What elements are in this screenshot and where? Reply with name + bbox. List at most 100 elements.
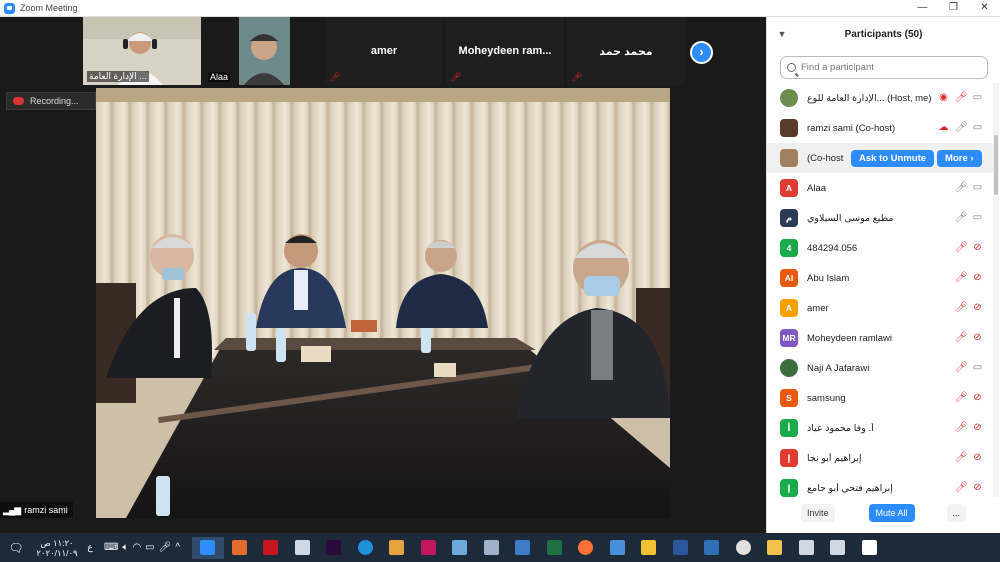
mic-muted-icon[interactable]: 🎤︎ <box>955 393 968 403</box>
acrobat-icon[interactable] <box>255 537 287 559</box>
show-hidden-icons-icon[interactable]: ^ <box>175 542 180 553</box>
settings-icon[interactable] <box>287 537 319 559</box>
collapse-chevron-icon[interactable]: ▼ <box>767 29 797 39</box>
mic-muted-icon[interactable]: 🎤︎ <box>955 453 968 463</box>
participant-row[interactable]: S samsung 🎤︎ ⊘ <box>767 383 993 413</box>
scrollbar-thumb[interactable] <box>994 135 998 195</box>
mic-muted-icon[interactable]: 🎤︎ <box>955 423 968 433</box>
mic-muted-icon[interactable]: 🎤︎ <box>955 333 968 343</box>
windows-taskbar: 🗨︎ ١١:٢٠ ص ٢٠٢٠/١١/٠٩ ع ⌨ 🔈︎ ◠ ▭ 🎤︎ ^ <box>0 533 1000 562</box>
remote-desktop-icon[interactable] <box>507 537 539 559</box>
restore-button[interactable]: ❐ <box>938 0 969 17</box>
notepad-icon[interactable] <box>633 537 665 559</box>
speaker-name: ramzi sami <box>24 505 68 515</box>
mic-muted-icon[interactable]: 🎤︎ <box>955 363 968 373</box>
input-language[interactable]: ع <box>82 542 98 553</box>
video-icon[interactable]: ▭ <box>972 213 983 223</box>
participant-row[interactable]: أ أ. وفا محمود عياد 🎤︎ ⊘ <box>767 413 993 443</box>
search-icon[interactable] <box>822 537 854 559</box>
video-off-icon[interactable]: ⊘ <box>972 333 983 343</box>
video-icon[interactable]: ▭ <box>972 183 983 193</box>
participant-list-scrollbar[interactable] <box>993 83 999 497</box>
video-off-icon[interactable]: ⊘ <box>972 273 983 283</box>
mic-muted-icon[interactable]: 🎤︎ <box>955 273 968 283</box>
microphone-icon[interactable]: 🎤︎ <box>159 542 172 553</box>
participant-row[interactable]: Naji A Jafarawi 🎤︎ ▭ <box>767 353 993 383</box>
excel-icon[interactable] <box>539 537 571 559</box>
file-explorer-icon[interactable] <box>759 537 791 559</box>
video-off-icon[interactable]: ⊘ <box>972 303 983 313</box>
mute-all-button[interactable]: Mute All <box>868 504 915 522</box>
recording-indicator[interactable]: Recording... <box>6 92 96 110</box>
participant-row[interactable]: A Alaa 🎤︎ ▭ <box>767 173 993 203</box>
gallery-tile-host[interactable]: الإدارة العامة ... <box>83 17 201 85</box>
calculator-icon[interactable] <box>476 537 508 559</box>
participant-row[interactable]: AI Abu Islam 🎤︎ ⊘ <box>767 263 993 293</box>
video-icon[interactable]: ▭ <box>972 363 983 373</box>
participant-row[interactable]: 4 484294.056 🎤︎ ⊘ <box>767 233 993 263</box>
participant-row[interactable]: A amer 🎤︎ ⊘ <box>767 293 993 323</box>
mic-muted-icon[interactable]: 🎤︎ <box>955 93 968 103</box>
avatar: S <box>780 389 798 407</box>
video-icon[interactable]: ▭ <box>972 93 983 103</box>
gallery-tile-mohammad[interactable]: محمد حمد 🎤︎ <box>567 17 685 85</box>
mic-muted-icon[interactable]: 🎤︎ <box>955 243 968 253</box>
task-view-icon[interactable] <box>791 537 823 559</box>
chrome-icon[interactable] <box>728 537 760 559</box>
participant-row-hovered[interactable]: (Co-host Ask to Unmute More › <box>767 143 993 173</box>
participant-status-icons: 🎤︎ ⊘ <box>955 303 983 313</box>
battery-icon[interactable]: ▭ <box>145 542 154 553</box>
invite-button[interactable]: Invite <box>801 504 835 522</box>
start-icon[interactable] <box>854 537 886 559</box>
close-button[interactable]: ✕ <box>969 0 1000 17</box>
media-player-icon[interactable] <box>381 537 413 559</box>
panel-more-button[interactable]: ... <box>946 504 967 522</box>
gallery-tile-alaa[interactable]: Alaa <box>204 17 322 85</box>
panel-footer: Invite Mute All ... <box>767 503 1000 523</box>
video-off-icon[interactable]: ⊘ <box>972 483 983 493</box>
word-icon[interactable] <box>665 537 697 559</box>
video-off-icon[interactable]: ⊘ <box>972 243 983 253</box>
zoom-logo-icon <box>4 2 15 14</box>
ask-to-unmute-button[interactable]: Ask to Unmute <box>851 149 935 167</box>
mic-icon[interactable]: 🎤︎ <box>955 213 968 223</box>
premiere-icon[interactable] <box>318 537 350 559</box>
store-icon[interactable] <box>696 537 728 559</box>
notes-icon[interactable] <box>444 537 476 559</box>
participant-status-icons: 🎤︎ ▭ <box>955 363 983 373</box>
wifi-icon[interactable]: ◠ <box>132 542 141 553</box>
participant-row[interactable]: MR Moheydeen ramlawi 🎤︎ ⊘ <box>767 323 993 353</box>
mic-muted-icon[interactable]: 🎤︎ <box>955 303 968 313</box>
video-off-icon[interactable]: ⊘ <box>972 423 983 433</box>
qr-app-icon[interactable] <box>413 537 445 559</box>
participant-name: Moheydeen ramlawi <box>807 332 893 344</box>
volume-icon[interactable]: 🔈︎ <box>122 542 128 553</box>
zoom-icon[interactable] <box>192 536 224 559</box>
mic-muted-icon[interactable]: 🎤︎ <box>955 483 968 493</box>
participant-row[interactable]: إ إبراهيم أبو نجا 🎤︎ ⊘ <box>767 443 993 473</box>
more-button[interactable]: More › <box>937 149 982 167</box>
sketch-icon[interactable] <box>224 537 256 559</box>
mail-icon[interactable] <box>602 537 634 559</box>
next-page-button[interactable]: › <box>690 41 713 64</box>
participant-name: ramzi sami (Co-host) <box>807 122 896 134</box>
participant-row[interactable]: م مطيع موسى السيلاوي 🎤︎ ▭ <box>767 203 993 233</box>
mic-icon[interactable]: 🎤︎ <box>955 123 968 133</box>
video-icon[interactable]: ▭ <box>972 123 983 133</box>
video-off-icon[interactable]: ⊘ <box>972 393 983 403</box>
keyboard-icon[interactable]: ⌨ <box>104 542 118 553</box>
minimize-button[interactable]: — <box>907 0 938 17</box>
gallery-tile-amer[interactable]: amer 🎤︎ <box>325 17 443 85</box>
participant-row[interactable]: ramzi sami (Co-host) ☁ 🎤︎ ▭ <box>767 113 993 143</box>
participant-search-input[interactable]: Find a participant <box>780 56 988 79</box>
notifications-icon[interactable]: 🗨︎ <box>0 537 32 559</box>
firefox-icon[interactable] <box>570 537 602 559</box>
signal-strength-icon: ▂▄▆ <box>3 504 21 515</box>
mic-icon[interactable]: 🎤︎ <box>955 183 968 193</box>
edge-icon[interactable] <box>350 537 382 559</box>
taskbar-clock[interactable]: ١١:٢٠ ص ٢٠٢٠/١١/٠٩ <box>32 538 82 558</box>
participant-row[interactable]: الإدارة العامة للوع... (Host, me) ◉ 🎤︎ ▭ <box>767 83 993 113</box>
gallery-tile-moheydeen[interactable]: Moheydeen ram... 🎤︎ <box>446 17 564 85</box>
video-off-icon[interactable]: ⊘ <box>972 453 983 463</box>
participant-row[interactable]: إ إبراهيم فتحي أبو جامع 🎤︎ ⊘ <box>767 473 993 497</box>
